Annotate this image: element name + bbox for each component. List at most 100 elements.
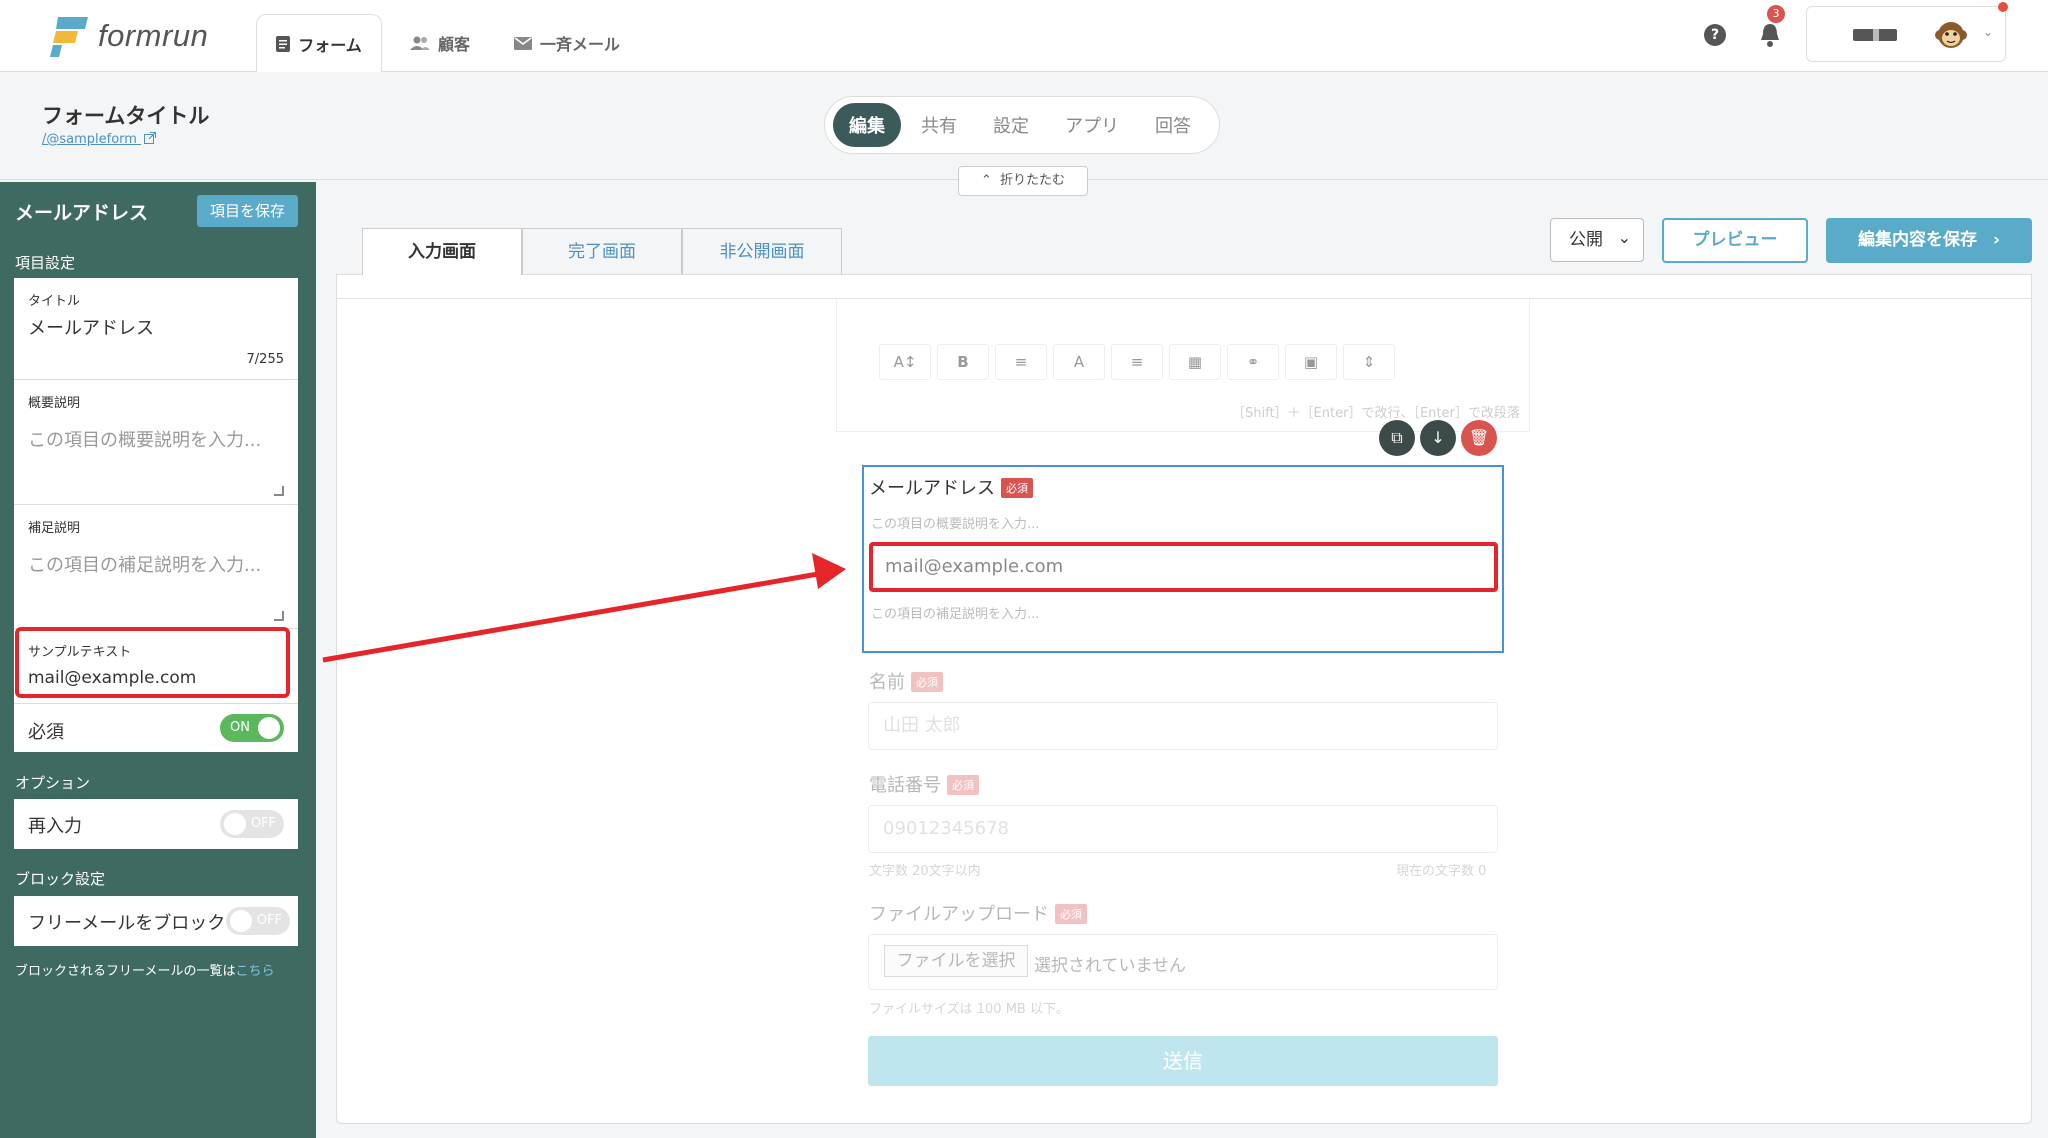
publish-status-value: 公開 <box>1569 230 1603 250</box>
divider <box>14 379 298 380</box>
nav-tab-bulk-mail[interactable]: 一斉メール <box>514 14 620 72</box>
save-item-button[interactable]: 項目を保存 <box>197 195 298 227</box>
chevron-right-icon: › <box>1992 230 2000 250</box>
divider <box>14 703 298 704</box>
form-url-link[interactable]: /@sampleform <box>42 132 157 147</box>
preview-button[interactable]: プレビュー <box>1662 218 1808 263</box>
title-char-counter: 7/255 <box>246 352 284 367</box>
name-input[interactable]: 山田 太郎 <box>868 702 1498 750</box>
external-link-icon <box>144 132 157 144</box>
file-question-title: ファイルアップロード <box>869 904 1049 925</box>
email-supplement-placeholder: この項目の補足説明を入力... <box>871 607 1040 622</box>
phone-question-title: 電話番号 <box>869 775 941 796</box>
tab-share[interactable]: 共有 <box>905 103 973 147</box>
toggle-knob <box>230 910 252 932</box>
font-size-icon[interactable]: A↕ <box>879 344 931 380</box>
help-icon[interactable]: ? <box>1704 24 1726 46</box>
file-question-label: ファイルアップロード 必須 <box>869 900 1087 926</box>
formrun-logo[interactable]: formrun <box>50 14 208 58</box>
resize-handle[interactable] <box>274 611 284 621</box>
save-edits-button[interactable]: 編集内容を保存 › <box>1826 218 2032 263</box>
top-nav: formrun フォーム 顧客 一斉メール ? 3 ⌄ <box>0 0 2048 73</box>
publish-status-select[interactable]: 公開 ⌄ <box>1550 218 1644 262</box>
phone-input[interactable]: 09012345678 <box>868 805 1498 853</box>
collapse-button[interactable]: ⌃ 折りたたむ <box>958 166 1088 196</box>
people-icon <box>410 36 430 50</box>
submit-button[interactable]: 送信 <box>868 1036 1498 1086</box>
block-note: ブロックされるフリーメールの一覧はこちら <box>15 960 275 979</box>
image-icon[interactable]: ▣ <box>1285 344 1337 380</box>
mode-tabs: 編集 共有 設定 アプリ 回答 <box>824 96 1220 154</box>
file-none-selected: 選択されていません <box>1034 956 1186 976</box>
chevron-down-icon: ⌄ <box>1617 228 1631 247</box>
required-badge: 必須 <box>947 775 979 795</box>
move-down-icon[interactable]: ↓ <box>1420 420 1456 456</box>
email-question-title: メールアドレス <box>869 478 995 499</box>
toggle-state-label: OFF <box>250 816 276 831</box>
link-icon[interactable]: ⚭ <box>1227 344 1279 380</box>
free-mail-block-label: フリーメールをブロック <box>28 913 226 934</box>
options-card: 再入力 OFF <box>14 799 298 849</box>
phone-question-label: 電話番号 必須 <box>869 771 979 797</box>
page-title: フォームタイトル <box>42 104 210 128</box>
title-field[interactable]: メールアドレス <box>28 314 154 340</box>
save-edits-label: 編集内容を保存 <box>1858 230 1978 250</box>
chevron-down-icon: ⌄ <box>1983 25 1994 39</box>
summary-field-label: 概要説明 <box>28 396 81 411</box>
screen-tabs: 入力画面 完了画面 非公開画面 <box>362 228 842 275</box>
logo-flag-icon <box>50 17 88 57</box>
required-toggle[interactable]: ON <box>220 714 284 742</box>
required-badge: 必須 <box>1001 478 1033 498</box>
tab-settings[interactable]: 設定 <box>977 103 1045 147</box>
tab-edit[interactable]: 編集 <box>833 103 901 147</box>
divider-icon[interactable]: ⇕ <box>1343 344 1395 380</box>
resize-handle[interactable] <box>274 486 284 496</box>
monkey-avatar-icon <box>1935 22 1967 48</box>
tab-responses[interactable]: 回答 <box>1139 103 1207 147</box>
tab-complete-screen[interactable]: 完了画面 <box>522 228 682 274</box>
trash-icon[interactable]: 🗑 <box>1461 420 1497 456</box>
nav-tab-customer[interactable]: 顧客 <box>410 14 470 72</box>
choose-file-button[interactable]: ファイルを選択 <box>884 945 1028 977</box>
toggle-knob <box>224 813 246 835</box>
phone-char-count: 現在の文字数 0 <box>1396 864 1487 879</box>
reentry-toggle[interactable]: OFF <box>220 810 284 838</box>
section-block-settings: ブロック設定 <box>15 870 106 888</box>
required-label: 必須 <box>28 722 64 743</box>
free-mail-list-link[interactable]: こちら <box>235 964 274 979</box>
chevron-up-icon: ⌃ <box>981 173 992 188</box>
required-badge: 必須 <box>1055 904 1087 924</box>
reentry-label: 再入力 <box>28 816 82 837</box>
account-menu[interactable]: ⌄ <box>1806 6 2006 62</box>
sample-text-highlight <box>15 627 290 698</box>
summary-textarea[interactable]: この項目の概要説明を入力... <box>28 426 261 452</box>
form-header: フォームタイトル /@sampleform 編集 共有 設定 アプリ 回答 ⌃ 折… <box>0 72 2048 196</box>
divider <box>14 504 298 505</box>
account-name-redacted <box>1853 29 1897 41</box>
bold-icon[interactable]: B <box>937 344 989 380</box>
bell-icon[interactable] <box>1758 22 1782 48</box>
free-mail-block-toggle[interactable]: OFF <box>226 907 290 935</box>
tab-input-screen[interactable]: 入力画面 <box>362 228 522 275</box>
nav-tab-form-label: フォーム <box>298 36 362 55</box>
name-question-title: 名前 <box>869 672 905 693</box>
text-color-icon[interactable]: A <box>1053 344 1105 380</box>
toggle-state-label: ON <box>230 720 250 735</box>
tab-apps[interactable]: アプリ <box>1049 103 1135 147</box>
toggle-state-label: OFF <box>256 913 282 928</box>
section-item-settings: 項目設定 <box>15 254 76 272</box>
nav-tab-form[interactable]: フォーム <box>256 14 382 73</box>
toggle-knob <box>258 717 280 739</box>
phone-length-hint: 文字数 20文字以内 <box>869 864 981 879</box>
align-icon[interactable]: ≡ <box>1111 344 1163 380</box>
tab-private-screen[interactable]: 非公開画面 <box>682 228 842 274</box>
section-options: オプション <box>15 774 91 792</box>
table-icon[interactable]: ▦ <box>1169 344 1221 380</box>
email-input[interactable]: mail@example.com <box>869 542 1498 592</box>
bullet-list-icon[interactable]: ≡ <box>995 344 1047 380</box>
editor-hint: ［Shift］＋［Enter］で改行、［Enter］で改段落 <box>1232 406 1520 421</box>
block-note-text: ブロックされるフリーメールの一覧は <box>15 964 236 979</box>
mail-icon <box>514 36 532 50</box>
supplement-textarea[interactable]: この項目の補足説明を入力... <box>28 551 261 577</box>
copy-icon[interactable]: ⧉ <box>1379 420 1415 456</box>
